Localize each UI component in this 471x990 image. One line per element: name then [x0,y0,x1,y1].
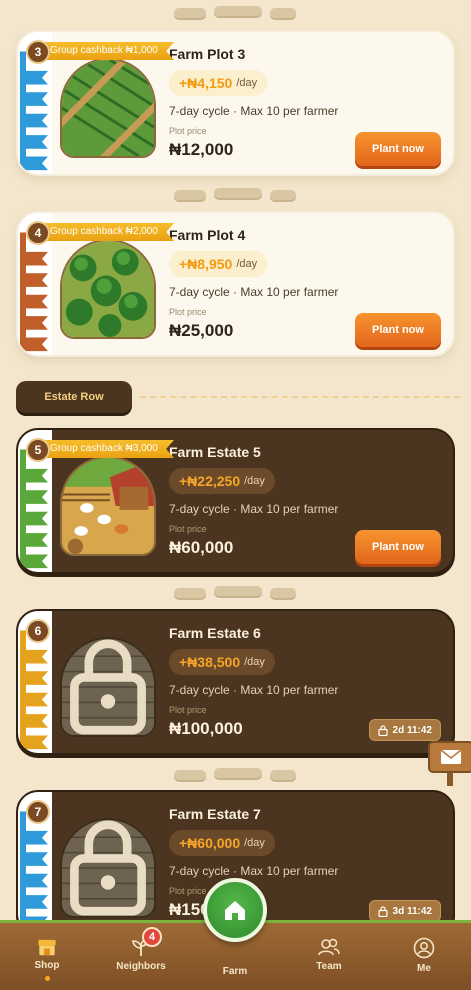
daily-rate: +₦4,150 /day [169,70,268,96]
home-icon [225,901,245,920]
rate-unit: /day [244,656,265,668]
rate-value: +₦8,950 [179,256,233,272]
tree-grove-thumbnail [60,239,156,339]
shop-icon [38,939,56,956]
cycle-info: 7-day cycle · Max 10 per farmer [169,683,339,697]
plot-card-4: 4 Group cashback ₦2,000 Farm Plot 4 +₦8,… [16,211,455,357]
daily-rate: +₦22,250 /day [169,468,275,494]
neighbors-notification-badge: 4 [142,927,162,947]
price-label: Plot price [169,886,207,896]
cycle-info: 7-day cycle · Max 10 per farmer [169,104,339,118]
plot-title: Farm Estate 6 [169,625,261,641]
plot-number-badge: 5 [26,438,50,462]
timer-text: 2d 11:42 [392,724,432,736]
nav-farm-label: Farm [222,966,248,977]
plot-title: Farm Plot 3 [169,46,246,62]
cycle-info: 7-day cycle · Max 10 per farmer [169,502,339,516]
section-divider [140,396,460,398]
plot-number-badge: 6 [26,619,50,643]
path-stones [0,6,471,28]
price-label: Plot price [169,126,207,136]
plot-card-3: 3 Group cashback ₦1,000 Farm Plot 3 +₦4,… [16,30,455,176]
farm-shop-screen: 3 Group cashback ₦1,000 Farm Plot 3 +₦4,… [0,0,471,990]
rate-value: +₦4,150 [179,75,233,91]
mail-sign-icon[interactable] [427,738,471,786]
plot-price: ₦12,000 [169,140,234,159]
plot-price: ₦100,000 [169,719,243,738]
plot-price: ₦60,000 [169,538,234,557]
plant-now-button[interactable]: Plant now [355,313,441,347]
cycle-info: 7-day cycle · Max 10 per farmer [169,864,339,878]
plot-number-badge: 4 [26,221,50,245]
nav-team[interactable]: Team [294,937,364,981]
plant-now-button[interactable]: Plant now [355,132,441,166]
rate-unit: /day [236,77,258,89]
cycle-info: 7-day cycle · Max 10 per farmer [169,285,339,299]
nav-farm-button[interactable] [203,878,267,942]
daily-rate: +₦8,950 /day [169,251,268,277]
rate-unit: /day [244,475,265,487]
plant-now-button[interactable]: Plant now [355,530,441,564]
estate-card-5: 5 Group cashback ₦3,000 Farm Estate 5 +₦… [16,428,455,574]
nav-shop-label: Shop [34,960,60,972]
cashback-tag: Group cashback ₦3,000 [44,440,174,458]
path-stones [0,586,471,608]
chicken-coop-thumbnail [60,456,156,556]
rate-value: +₦60,000 [179,835,241,851]
price-label: Plot price [169,705,207,715]
nav-team-label: Team [316,961,342,972]
price-label: Plot price [169,524,207,534]
daily-rate: +₦60,000 /day [169,830,275,856]
estate-card-6: 6 Farm Estate 6 +₦38,500 /day 7-day cycl… [16,609,455,755]
active-indicator [44,976,50,981]
rate-unit: /day [236,258,258,270]
rate-unit: /day [244,837,265,849]
nav-me[interactable]: Me [389,937,459,981]
daily-rate: +₦38,500 /day [169,649,275,675]
path-stones [0,188,471,210]
path-stones [0,768,471,790]
rate-value: +₦38,500 [179,654,241,670]
nav-me-label: Me [417,963,431,974]
plot-number-badge: 3 [26,40,50,64]
lock-icon [70,639,146,735]
profile-icon [413,937,435,959]
crop-field-thumbnail [60,58,156,158]
estate-row-label: Estate Row [16,381,132,413]
rate-value: +₦22,250 [179,473,241,489]
plot-title: Farm Plot 4 [169,227,246,243]
team-icon [318,938,340,956]
cashback-tag: Group cashback ₦1,000 [44,42,174,60]
timer-lock-icon [377,724,388,736]
plot-number-badge: 7 [26,800,50,824]
timer-lock-icon [377,905,388,917]
cashback-tag: Group cashback ₦2,000 [44,223,174,241]
price-label: Plot price [169,307,207,317]
plot-title: Farm Estate 7 [169,806,261,822]
locked-plot-thumbnail [60,637,156,737]
timer-text: 3d 11:42 [392,905,432,917]
nav-shop[interactable]: Shop [12,937,82,981]
plot-title: Farm Estate 5 [169,444,261,460]
plot-price: ₦25,000 [169,321,234,340]
nav-neighbors[interactable]: Neighbors [106,937,176,981]
nav-neighbors-label: Neighbors [116,961,166,972]
unlock-timer: 3d 11:42 [368,900,441,922]
locked-plot-thumbnail [60,818,156,918]
lock-icon [70,820,146,916]
